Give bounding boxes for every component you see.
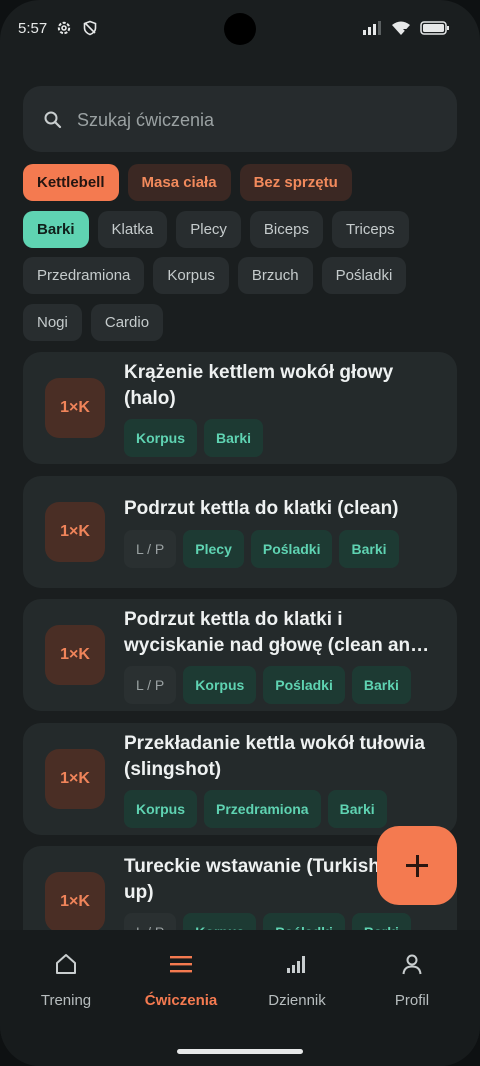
add-exercise-button[interactable]: [377, 826, 457, 905]
equipment-badge: 1×K: [45, 872, 105, 930]
home-icon: [56, 954, 76, 974]
muscle-tag: Barki: [351, 666, 411, 704]
exercise-tags: L / P Korpus Pośladki Barki: [124, 666, 411, 704]
exercise-card[interactable]: 1×K Przekładanie kettla wokół tułowia (s…: [23, 723, 457, 835]
muscle-tag: Korpus: [183, 913, 257, 930]
muscle-filters-row-1: Barki Klatka Plecy Biceps Triceps: [23, 211, 409, 248]
exercise-title: Krążenie kettlem wokół głowy (halo): [124, 362, 394, 409]
muscle-tag: Korpus: [183, 666, 257, 704]
filter-chip-klatka[interactable]: Klatka: [97, 211, 168, 248]
equipment-filters: Kettlebell Masa ciała Bez sprzętu: [23, 164, 352, 201]
exercise-title: Przekładanie kettla wokół tułowia (sling…: [124, 733, 425, 780]
search-icon: [44, 111, 62, 129]
side-tag: L / P: [124, 666, 177, 704]
muscle-tag: Barki: [339, 530, 399, 568]
wifi-icon: [392, 21, 410, 35]
nav-item-cwiczenia[interactable]: Ćwiczenia: [121, 930, 241, 1030]
filter-chip-przedramiona[interactable]: Przedramiona: [23, 257, 145, 294]
nav-label: Ćwiczenia: [144, 992, 218, 1009]
muscle-filters-row-3: Nogi Cardio: [23, 304, 164, 341]
filter-chip-korpus[interactable]: Korpus: [153, 257, 229, 294]
status-bar: 5:57: [0, 0, 480, 60]
app-screen: 5:57 Szukaj ćwiczenia Kettlebell Masa ci…: [0, 0, 480, 1066]
equipment-badge: 1×K: [45, 502, 105, 562]
filter-chip-cardio[interactable]: Cardio: [90, 304, 164, 341]
muscle-tag: Pośladki: [263, 913, 345, 930]
exercise-card[interactable]: 1×K Krążenie kettlem wokół głowy (halo) …: [23, 352, 457, 464]
camera-cutout: [224, 13, 256, 45]
equipment-badge: 1×K: [45, 625, 105, 685]
status-time: 5:57: [18, 20, 48, 37]
muscle-tag: Plecy: [183, 530, 244, 568]
muscle-tag: Barki: [204, 419, 264, 457]
exercise-title: Podrzut kettla do klatki (clean): [124, 498, 399, 519]
exercise-tags: L / P Plecy Pośladki Barki: [124, 530, 399, 568]
nav-label: Trening: [40, 992, 92, 1009]
shield-icon: [83, 20, 97, 36]
equipment-badge: 1×K: [45, 749, 105, 809]
signal-icon: [363, 21, 381, 35]
side-tag: L / P: [124, 530, 177, 568]
filter-chip-brzuch[interactable]: Brzuch: [237, 257, 313, 294]
gesture-bar[interactable]: [177, 1049, 303, 1054]
muscle-tag: Korpus: [124, 419, 197, 457]
muscle-tag: Barki: [327, 790, 387, 828]
filter-chip-triceps[interactable]: Triceps: [331, 211, 409, 248]
exercise-tags: Korpus Barki: [124, 419, 264, 457]
filter-chip-no-equipment[interactable]: Bez sprzętu: [239, 164, 352, 201]
muscle-tag: Barki: [351, 913, 411, 930]
person-icon: [402, 954, 422, 975]
bar-chart-icon: [287, 956, 305, 973]
exercise-card[interactable]: 1×K Podrzut kettla do klatki i wyciskani…: [23, 599, 457, 711]
filter-chip-posladki[interactable]: Pośladki: [321, 257, 407, 294]
side-tag: L / P: [124, 913, 177, 930]
nav-label: Dziennik: [268, 992, 326, 1009]
equipment-badge: 1×K: [45, 378, 105, 438]
muscle-filters-row-2: Przedramiona Korpus Brzuch Pośladki: [23, 257, 407, 294]
settings-icon: [57, 21, 71, 35]
muscle-tag: Korpus: [124, 790, 197, 828]
filter-chip-barki[interactable]: Barki: [23, 211, 89, 248]
exercise-tags: Korpus Przedramiona Barki: [124, 790, 387, 828]
exercise-title: Podrzut kettla do klatki i wyciskanie na…: [124, 609, 430, 656]
muscle-tag: Przedramiona: [204, 790, 321, 828]
filter-chip-kettlebell[interactable]: Kettlebell: [23, 164, 119, 201]
muscle-tag: Pośladki: [263, 666, 345, 704]
nav-label: Profil: [394, 992, 430, 1009]
nav-item-dziennik[interactable]: Dziennik: [237, 930, 357, 1030]
nav-item-profil[interactable]: Profil: [352, 930, 472, 1030]
battery-icon: [420, 21, 449, 35]
bottom-nav: Trening Ćwiczenia Dziennik Profil: [0, 930, 480, 1066]
filter-chip-plecy[interactable]: Plecy: [176, 211, 241, 248]
exercise-tags: L / P Korpus Pośladki Barki: [124, 913, 411, 930]
list-icon: [170, 956, 192, 973]
filter-chip-biceps[interactable]: Biceps: [249, 211, 323, 248]
muscle-tag: Pośladki: [250, 530, 333, 568]
search-input[interactable]: [75, 106, 439, 134]
nav-item-trening[interactable]: Trening: [6, 930, 126, 1030]
filter-chip-nogi[interactable]: Nogi: [23, 304, 82, 341]
filter-chip-bodyweight[interactable]: Masa ciała: [127, 164, 231, 201]
exercise-card[interactable]: 1×K Podrzut kettla do klatki (clean) L /…: [23, 476, 457, 588]
search-bar[interactable]: [23, 86, 457, 152]
